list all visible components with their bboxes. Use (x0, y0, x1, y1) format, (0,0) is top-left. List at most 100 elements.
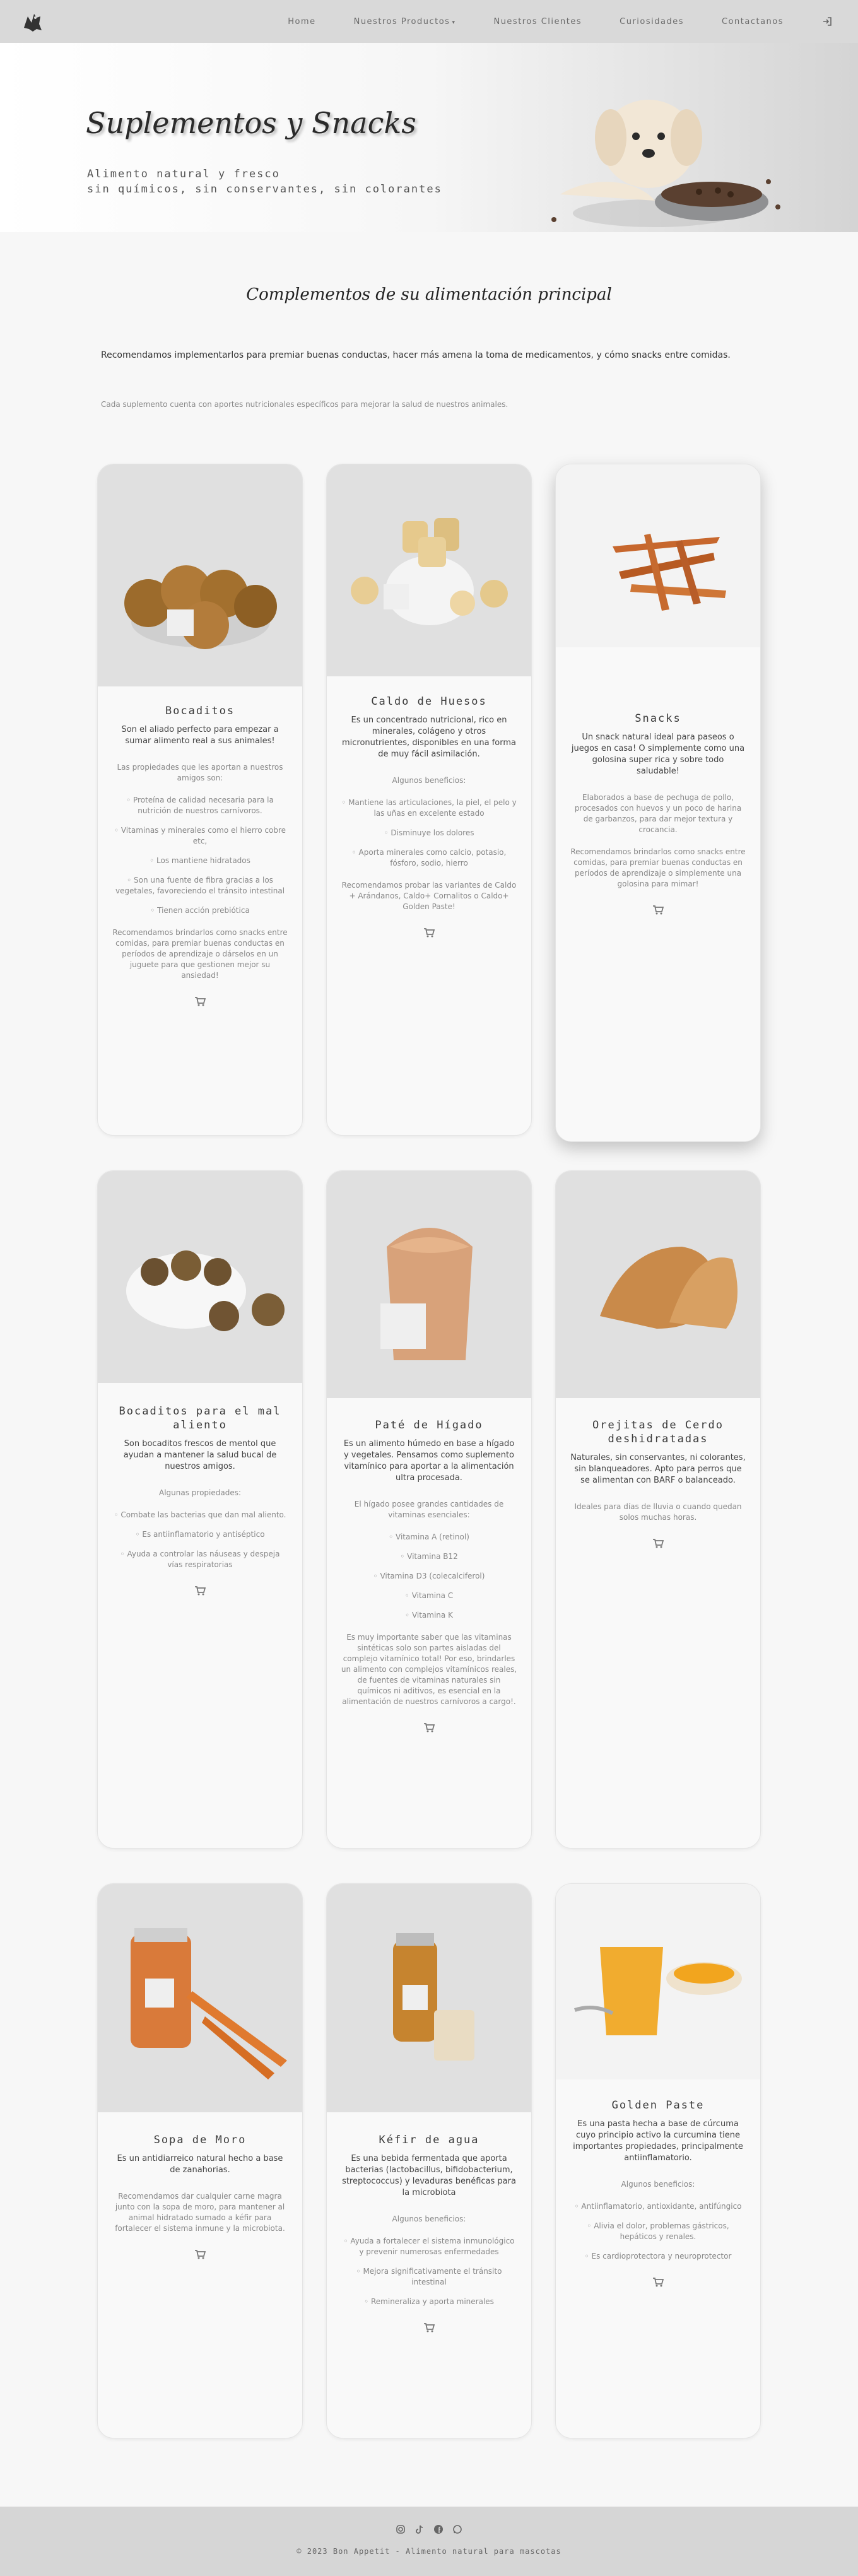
chevron-down-icon: ▾ (452, 19, 456, 26)
card-text: Algunos beneficios: (392, 2214, 466, 2223)
card-tagline: Es una bebida fermentada que aporta bact… (342, 2154, 516, 2197)
benefits-list: Vitamina A (retinol) Vitamina B12 Vitami… (341, 1532, 517, 1621)
card-title: Golden Paste (611, 2099, 705, 2112)
list-item: Son una fuente de fibra gracias a los ve… (112, 875, 288, 897)
card-text: Algunos beneficios: (621, 2180, 695, 2189)
tiktok-icon[interactable] (414, 2524, 425, 2534)
list-item: Ayuda a controlar las náuseas y despeja … (112, 1549, 288, 1570)
card-tagline: Un snack natural ideal para paseos o jue… (571, 732, 745, 776)
cart-icon[interactable] (652, 905, 664, 915)
list-item: Vitamina A (retinol) (341, 1532, 517, 1543)
list-item: Ayuda a fortalecer el sistema inmunológi… (341, 2236, 517, 2257)
facebook-icon[interactable] (433, 2524, 444, 2534)
card-text: Recomendamos brindarlos como snacks entr… (112, 928, 288, 980)
card-tagline: Es un alimento húmedo en base a hígado y… (343, 1439, 515, 1483)
card-text: Ideales para días de lluvia o cuando que… (574, 1502, 742, 1522)
intro-paragraph-1: Recomendamos implementarlos para premiar… (101, 350, 731, 360)
card-text: Algunas propiedades: (158, 1488, 242, 1497)
cart-icon[interactable] (423, 1722, 435, 1732)
list-item: Los mantiene hidratados (112, 856, 288, 866)
product-card-sopa-de-moro[interactable]: Sopa de Moro Es un antidiarreico natural… (97, 1883, 303, 2438)
list-item: Disminuye los dolores (341, 828, 517, 838)
social-links (0, 2524, 858, 2534)
hero-title: Suplementos y Snacks (86, 106, 416, 140)
footer: © 2023 Bon Appetit - Alimento natural pa… (0, 2507, 858, 2576)
nav-productos[interactable]: Nuestros Productos ▾ (354, 17, 456, 26)
section-title: Complementos de su alimentación principa… (246, 285, 612, 304)
card-title: Orejitas de Cerdo deshidratadas (592, 1419, 724, 1445)
list-item: Es cardioprotectora y neuroprotector (570, 2251, 746, 2262)
card-title: Caldo de Huesos (371, 695, 487, 708)
product-image-caldo-de-huesos (327, 464, 531, 676)
list-item: Vitaminas y minerales como el hierro cob… (112, 825, 288, 847)
intro-paragraph-2: Cada suplemento cuenta con aportes nutri… (101, 400, 508, 409)
nav-curiosidades[interactable]: Curiosidades (620, 17, 684, 26)
cart-icon[interactable] (652, 2277, 664, 2287)
card-tagline: Es un antidiarreico natural hecho a base… (117, 2154, 283, 2175)
card-text: Recomendamos dar cualquier carne magra j… (115, 2192, 285, 2233)
list-item: Mejora significativamente el tránsito in… (341, 2266, 517, 2288)
nav-productos-label: Nuestros Productos (353, 16, 450, 26)
list-item: Antiinflamatorio, antioxidante, antifúng… (570, 2201, 746, 2212)
card-text: Recomendamos probar las variantes de Cal… (341, 881, 517, 911)
product-card-golden-paste[interactable]: Golden Paste Es una pasta hecha a base d… (555, 1883, 761, 2438)
list-item: Es antiinflamatorio y antiséptico (112, 1529, 288, 1540)
card-text: Es muy importante saber que las vitamina… (341, 1633, 517, 1706)
product-card-caldo-de-huesos[interactable]: Caldo de Huesos Es un concentrado nutric… (326, 464, 532, 1136)
list-item: Proteína de calidad necesaria para la nu… (112, 795, 288, 816)
list-item: Mantiene las articulaciones, la piel, el… (341, 797, 517, 819)
hero-subtitle-line-2: sin químicos, sin conservantes, sin colo… (87, 183, 442, 196)
card-title: Bocaditos para el mal aliento (119, 1405, 281, 1432)
list-item: Combate las bacterias que dan mal alient… (112, 1510, 288, 1520)
cart-icon[interactable] (423, 2322, 435, 2332)
product-card-snacks[interactable]: Snacks Un snack natural ideal para paseo… (555, 464, 761, 1142)
cart-icon[interactable] (652, 1538, 664, 1548)
card-tagline: Son el aliado perfecto para empezar a su… (121, 725, 279, 746)
hero-subtitle: Alimento natural y fresco sin químicos, … (87, 167, 442, 197)
benefits-list: Mantiene las articulaciones, la piel, el… (341, 797, 517, 869)
nav-home[interactable]: Home (288, 17, 315, 26)
card-title: Sopa de Moro (153, 2134, 247, 2146)
nav-clientes[interactable]: Nuestros Clientes (493, 17, 582, 26)
card-text: Recomendamos brindarlos como snacks entr… (570, 847, 746, 888)
card-text: El hígado posee grandes cantidades de vi… (354, 1500, 504, 1519)
product-card-pate-de-higado[interactable]: Paté de Hígado Es un alimento húmedo en … (326, 1170, 532, 1849)
card-title: Snacks (635, 712, 681, 725)
product-image-bocaditos (98, 464, 302, 686)
card-title: Kéfir de agua (379, 2134, 479, 2146)
card-text: Las propiedades que les aportan a nuestr… (117, 763, 283, 782)
list-item: Alivia el dolor, problemas gástricos, he… (570, 2221, 746, 2242)
list-item: Aporta minerales como calcio, potasio, f… (341, 847, 517, 869)
nav-contactanos[interactable]: Contactanos (722, 17, 784, 26)
benefits-list: Antiinflamatorio, antioxidante, antifúng… (570, 2201, 746, 2262)
login-icon[interactable] (821, 16, 833, 27)
card-tagline: Son bocaditos frescos de mentol que ayud… (123, 1439, 277, 1471)
product-card-orejitas-de-cerdo[interactable]: Orejitas de Cerdo deshidratadas Naturale… (555, 1170, 761, 1849)
card-title: Paté de Hígado (375, 1419, 483, 1432)
benefits-list: Combate las bacterias que dan mal alient… (112, 1510, 288, 1570)
list-item: Vitamina D3 (colecalciferol) (341, 1571, 517, 1582)
product-image-pate-de-higado (327, 1171, 531, 1398)
instagram-icon[interactable] (396, 2524, 406, 2534)
product-card-kefir-de-agua[interactable]: Kéfir de agua Es una bebida fermentada q… (326, 1883, 532, 2438)
product-card-bocaditos[interactable]: Bocaditos Son el aliado perfecto para em… (97, 464, 303, 1136)
card-title: Bocaditos (165, 705, 235, 717)
cart-icon[interactable] (423, 927, 435, 938)
product-image-kefir-de-agua (327, 1884, 531, 2112)
product-card-bocaditos-mal-aliento[interactable]: Bocaditos para el mal aliento Son bocadi… (97, 1170, 303, 1849)
cart-icon[interactable] (194, 1585, 206, 1596)
benefits-list: Ayuda a fortalecer el sistema inmunológi… (341, 2236, 517, 2307)
copyright-text: © 2023 Bon Appetit - Alimento natural pa… (297, 2547, 561, 2556)
card-text: Algunos beneficios: (392, 776, 466, 785)
cart-icon[interactable] (194, 2249, 206, 2259)
product-image-golden-paste (556, 1884, 760, 2079)
list-item: Tienen acción prebiótica (112, 905, 288, 916)
puppy-with-bowl-image (551, 100, 780, 227)
card-tagline: Naturales, sin conservantes, ni colorant… (570, 1453, 746, 1485)
whatsapp-icon[interactable] (452, 2524, 462, 2534)
hero-banner: Suplementos y Snacks Alimento natural y … (0, 43, 858, 232)
brand-logo[interactable] (19, 9, 47, 34)
cart-icon[interactable] (194, 996, 206, 1006)
card-tagline: Es una pasta hecha a base de cúrcuma cuy… (573, 2119, 743, 2163)
list-item: Vitamina K (341, 1610, 517, 1621)
